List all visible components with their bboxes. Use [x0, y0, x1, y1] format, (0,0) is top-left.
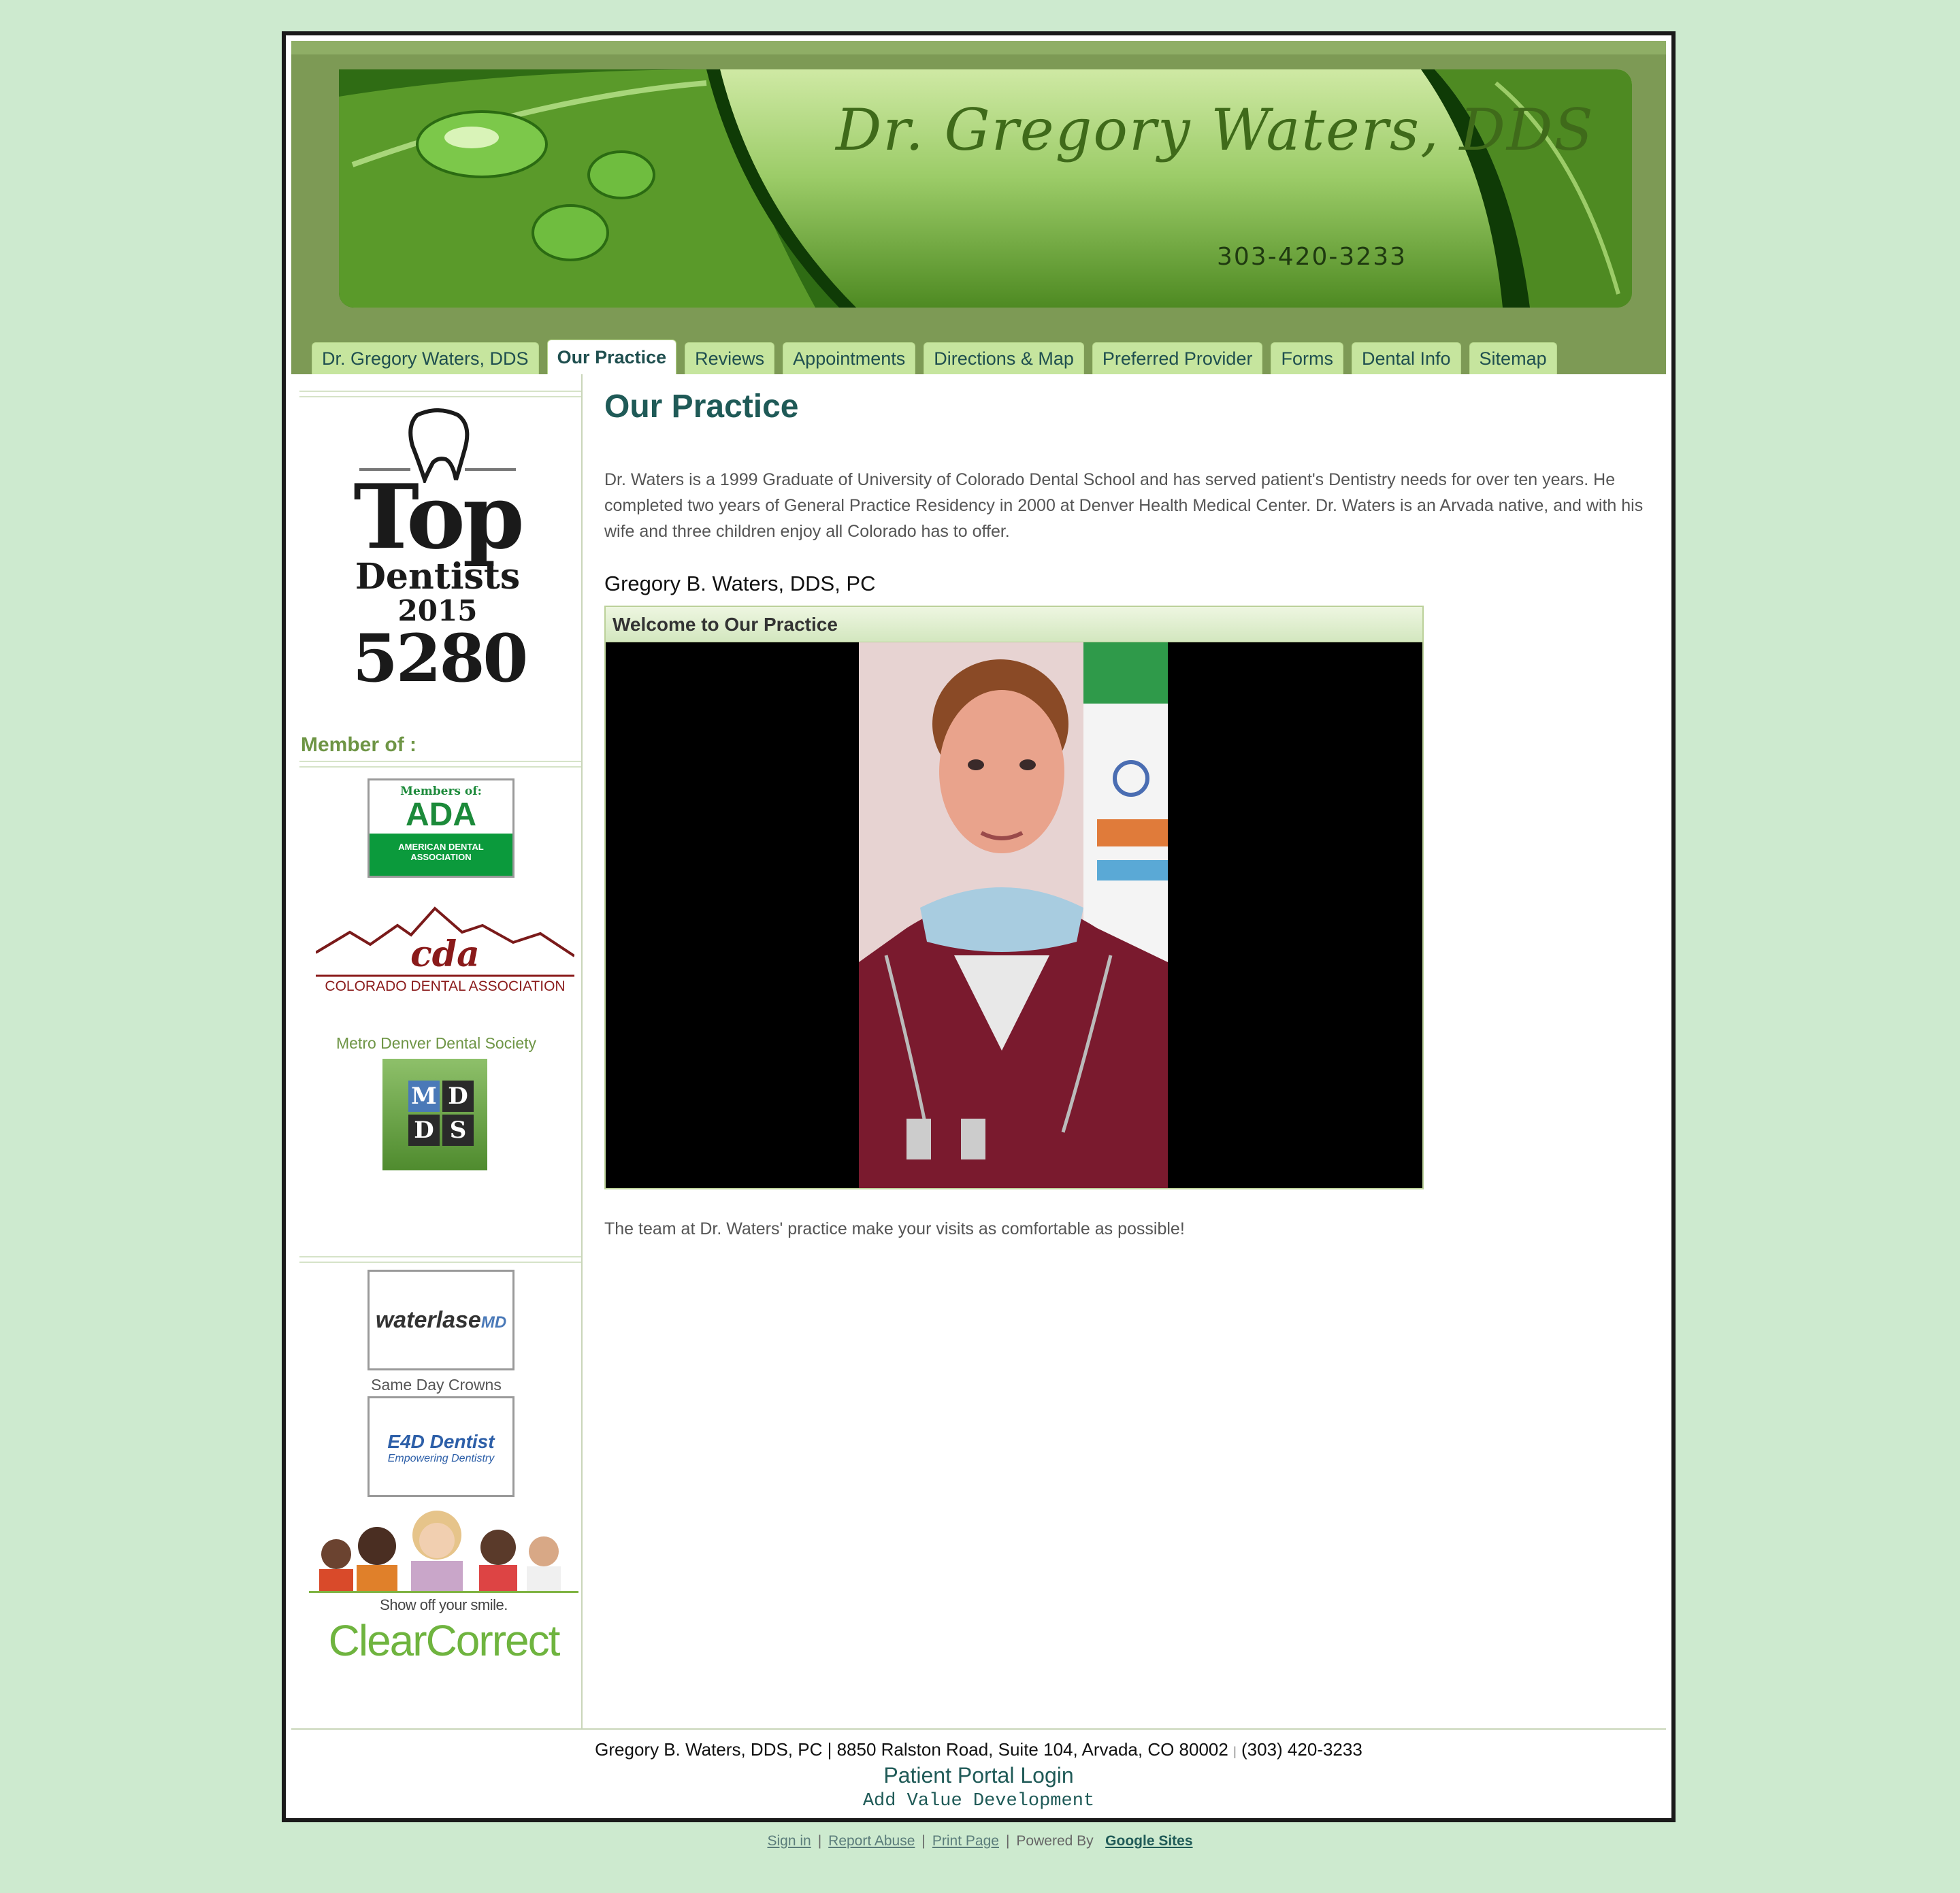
mdds-letter: M: [408, 1081, 440, 1112]
e4d-dentist-logo[interactable]: E4D Dentist Empowering Dentistry: [368, 1396, 514, 1497]
mdds-letter: S: [442, 1115, 474, 1146]
ada-logo[interactable]: Members of: ADA AMERICAN DENTAL ASSOCIAT…: [368, 778, 514, 878]
sidebar-divider: [299, 1256, 581, 1263]
waterlase-suffix: MD: [480, 1313, 507, 1332]
ada-logo-text: ADA: [406, 797, 476, 833]
ada-name: AMERICAN DENTAL ASSOCIATION: [370, 834, 512, 876]
tab-appointments[interactable]: Appointments: [783, 342, 916, 374]
main-nav: Dr. Gregory Waters, DDS Our Practice Rev…: [312, 340, 1557, 374]
top-dentists-number: 5280: [353, 620, 528, 697]
mdds-letters: M D D S: [408, 1081, 474, 1146]
site-header: Dr. Gregory Waters, DDS 303-420-3233 Dr.…: [291, 41, 1666, 374]
header-top-strip: [291, 41, 1666, 54]
tab-our-practice[interactable]: Our Practice: [546, 340, 677, 374]
banner-title: Dr. Gregory Waters, DDS: [836, 97, 1595, 163]
page-container: Dr. Gregory Waters, DDS 303-420-3233 Dr.…: [282, 31, 1676, 1822]
site-footer: Gregory B. Waters, DDS, PC | 8850 Ralsto…: [291, 1728, 1666, 1818]
print-page-link[interactable]: Print Page: [932, 1833, 999, 1849]
tab-dental-info[interactable]: Dental Info: [1351, 342, 1461, 374]
waterlase-name: waterlase: [375, 1307, 481, 1333]
google-sites-bar: Sign in | Report Abuse | Print Page | Powered …: [0, 1833, 1960, 1849]
member-of-label: Member of :: [301, 734, 417, 756]
banner-phone: 303-420-3233: [1217, 243, 1407, 271]
e4d-name: E4D Dentist: [387, 1431, 495, 1452]
link-separator: |: [1005, 1833, 1010, 1849]
top-dentists-top: Top: [353, 465, 524, 569]
tab-reviews[interactable]: Reviews: [685, 342, 775, 374]
smiling-people-image: [309, 1507, 578, 1593]
doctor-portrait-image: [859, 642, 1168, 1188]
mdds-logo[interactable]: M D D S: [382, 1059, 487, 1170]
cda-name: COLORADO DENTAL ASSOCIATION: [325, 978, 566, 994]
cda-logo[interactable]: cda COLORADO DENTAL ASSOCIATION: [314, 905, 576, 1000]
footer-separator: |: [1233, 1745, 1237, 1758]
footer-phone: (303) 420-3233: [1241, 1739, 1362, 1760]
tab-directions-map[interactable]: Directions & Map: [924, 342, 1084, 374]
tab-preferred-provider[interactable]: Preferred Provider: [1092, 342, 1263, 374]
report-abuse-link[interactable]: Report Abuse: [828, 1833, 915, 1849]
clearcorrect-logo: ClearCorrect: [328, 1616, 561, 1665]
top-dentists-badge[interactable]: Top Dentists 2015 5280: [353, 408, 528, 697]
video-title: Welcome to Our Practice: [606, 607, 1422, 642]
google-sites-link[interactable]: Google Sites: [1105, 1833, 1192, 1849]
closing-text: The team at Dr. Waters' practice make yo…: [604, 1219, 1185, 1238]
patient-portal-link[interactable]: Patient Portal Login: [291, 1763, 1666, 1788]
practice-name-heading: Gregory B. Waters, DDS, PC: [604, 572, 876, 595]
waterlase-logo[interactable]: waterlaseMD: [368, 1270, 514, 1370]
ada-members-of: Members of:: [400, 785, 482, 798]
link-separator: |: [817, 1833, 822, 1849]
top-dentists-dentists: Dentists: [355, 556, 521, 597]
tab-sitemap[interactable]: Sitemap: [1469, 342, 1557, 374]
mdds-label[interactable]: Metro Denver Dental Society: [291, 1034, 581, 1053]
link-separator: |: [921, 1833, 926, 1849]
header-banner: Dr. Gregory Waters, DDS 303-420-3233: [339, 69, 1632, 308]
doctor-photo[interactable]: [859, 642, 1168, 1188]
page-title: Our Practice: [604, 389, 799, 425]
tab-dr-gregory-waters[interactable]: Dr. Gregory Waters, DDS: [312, 342, 539, 374]
powered-by-label: Powered By: [1016, 1833, 1094, 1849]
clearcorrect-tagline: Show off your smile.: [380, 1596, 508, 1613]
clearcorrect-ad[interactable]: Show off your smile. ClearCorrect: [309, 1507, 578, 1677]
mdds-letter: D: [408, 1115, 440, 1146]
tooth-icon: [359, 408, 516, 483]
sign-in-link[interactable]: Sign in: [767, 1833, 811, 1849]
developer-credit-link[interactable]: Add Value Development: [291, 1791, 1666, 1811]
sidebar: Top Dentists 2015 5280 Member of : Membe…: [291, 374, 583, 1728]
intro-paragraph: Dr. Waters is a 1999 Graduate of Univers…: [604, 470, 1644, 541]
sidebar-divider: [299, 761, 581, 768]
e4d-tagline: Empowering Dentistry: [387, 1453, 495, 1464]
main-content: Our Practice Dr. Waters is a 1999 Gradua…: [592, 374, 1674, 1728]
svg-text:cda: cda: [410, 934, 480, 975]
footer-address-text: Gregory B. Waters, DDS, PC | 8850 Ralsto…: [595, 1739, 1228, 1760]
sidebar-divider: [299, 391, 581, 397]
mdds-letter: D: [442, 1081, 474, 1112]
same-day-crowns-label: Same Day Crowns: [371, 1376, 502, 1394]
footer-address: Gregory B. Waters, DDS, PC | 8850 Ralsto…: [291, 1739, 1666, 1760]
tab-forms[interactable]: Forms: [1271, 342, 1343, 374]
mountain-logo-icon: cda: [314, 906, 576, 977]
video-player[interactable]: Welcome to Our Practice: [604, 606, 1424, 1189]
